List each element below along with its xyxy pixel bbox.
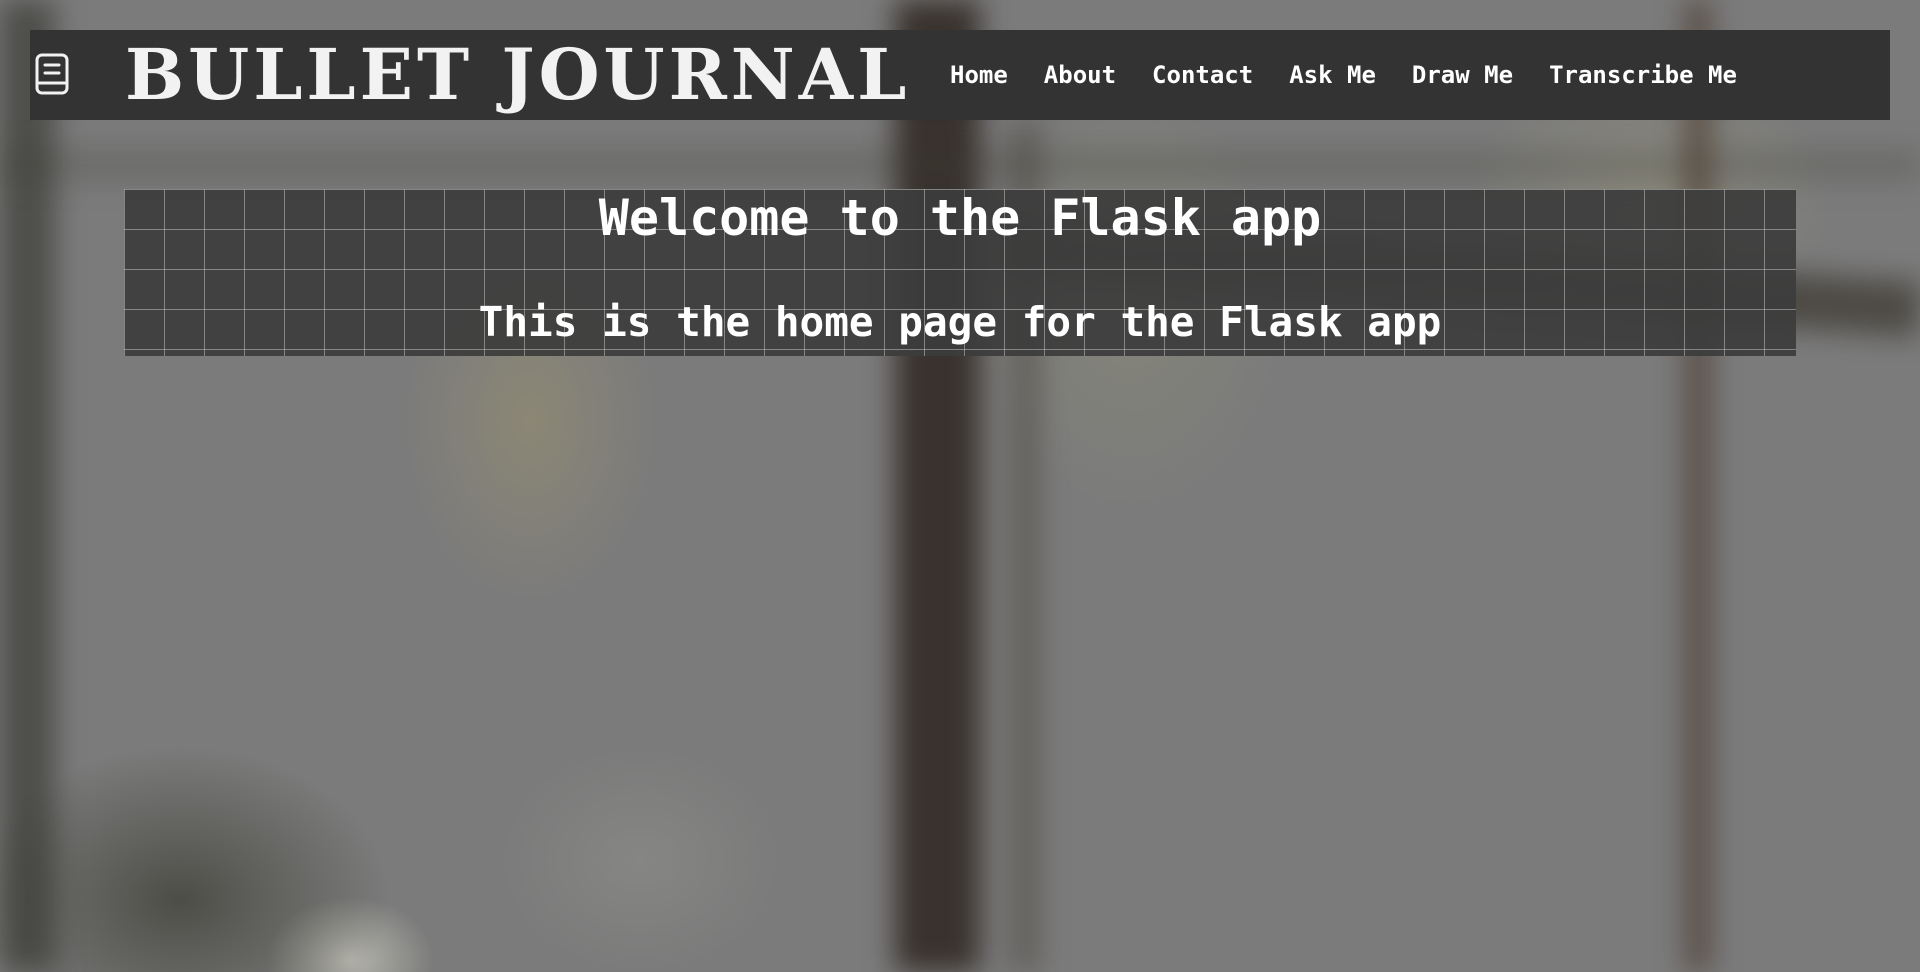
nav-link-ask-me[interactable]: Ask Me [1271, 61, 1394, 89]
nav-menu: Home About Contact Ask Me Draw Me Transc… [932, 30, 1755, 120]
journal-icon[interactable] [34, 52, 70, 96]
nav-link-about[interactable]: About [1026, 61, 1134, 89]
navbar: BULLET JOURNAL Home About Contact Ask Me… [30, 30, 1890, 120]
nav-link-transcribe-me[interactable]: Transcribe Me [1531, 61, 1755, 89]
site-title[interactable]: BULLET JOURNAL [125, 34, 910, 116]
nav-link-contact[interactable]: Contact [1134, 61, 1271, 89]
welcome-panel: Welcome to the Flask app This is the hom… [124, 189, 1796, 356]
background-photo [0, 0, 1920, 972]
nav-link-home[interactable]: Home [932, 61, 1026, 89]
nav-link-draw-me[interactable]: Draw Me [1394, 61, 1531, 89]
page-subtitle: This is the home page for the Flask app [478, 298, 1442, 346]
page-heading: Welcome to the Flask app [598, 189, 1322, 247]
